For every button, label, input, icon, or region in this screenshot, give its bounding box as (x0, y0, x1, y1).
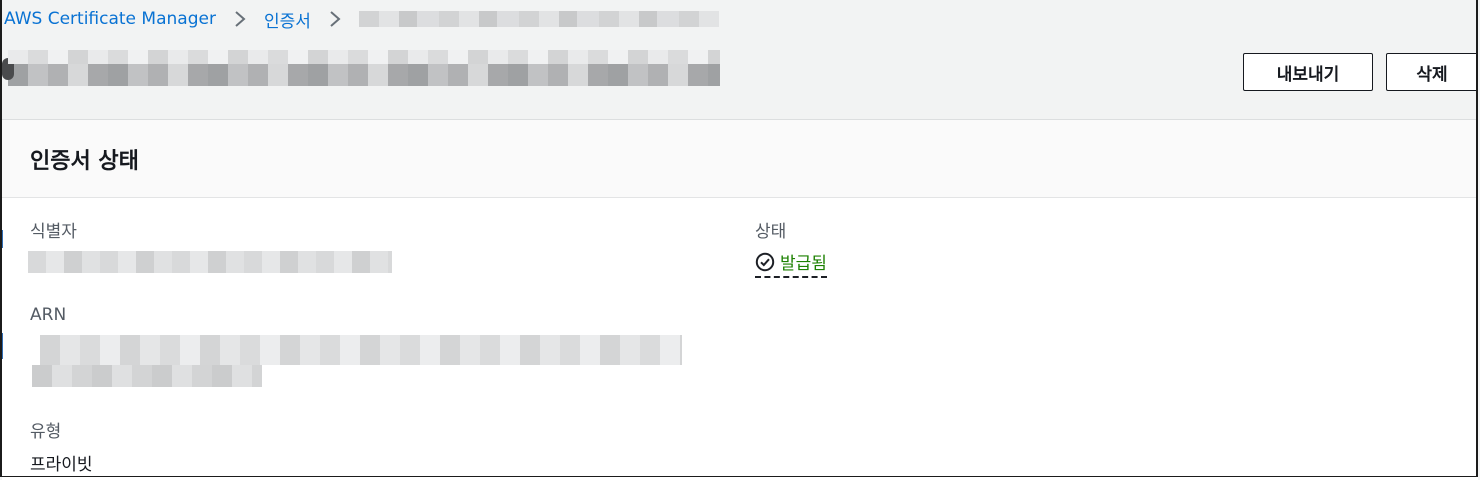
panel-title: 인증서 상태 (30, 148, 139, 174)
edge-marker (0, 333, 3, 359)
breadcrumb: AWS Certificate Manager 인증서 (4, 6, 719, 32)
panel-header: 인증서 상태 (2, 120, 1478, 198)
breadcrumb-link-acm[interactable]: AWS Certificate Manager (4, 9, 216, 29)
status-badge[interactable]: 발급됨 (755, 249, 827, 278)
status-value: 발급됨 (780, 254, 827, 274)
breadcrumb-current-redacted (358, 11, 719, 27)
delete-button[interactable]: 삭제 (1386, 53, 1478, 91)
identifier-label: 식별자 (30, 222, 77, 242)
arn-label: ARN (30, 305, 67, 325)
edge-marker (0, 230, 3, 248)
arn-value-redacted (40, 335, 682, 365)
page-title-redacted (2, 50, 720, 86)
certificate-status-panel: 인증서 상태 식별자 상태 발급됨 ARN 유형 프라이빗 (2, 119, 1478, 480)
type-value: 프라이빗 (30, 455, 93, 475)
identifier-value-redacted (28, 251, 392, 273)
chevron-right-icon (228, 6, 254, 32)
status-label: 상태 (755, 222, 787, 242)
check-circle-icon (755, 252, 775, 271)
export-button[interactable]: 내보내기 (1243, 53, 1373, 91)
type-label: 유형 (30, 422, 62, 442)
breadcrumb-link-certificates[interactable]: 인증서 (264, 7, 311, 32)
chevron-right-icon (323, 6, 349, 32)
arn-value-redacted-line2 (32, 365, 262, 387)
